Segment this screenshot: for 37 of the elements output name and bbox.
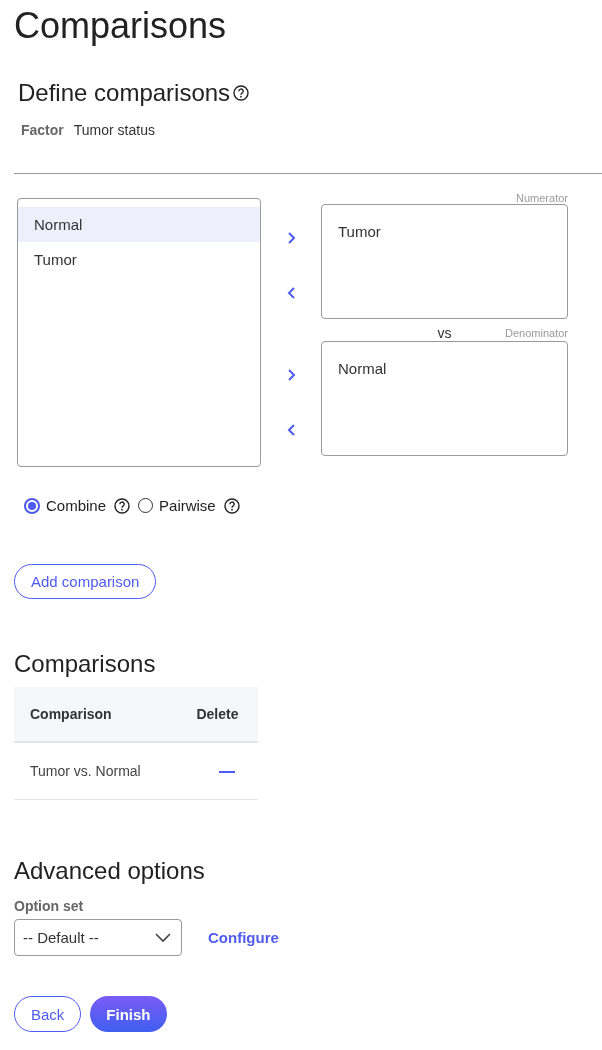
chevron-right-icon[interactable]	[286, 231, 297, 245]
help-icon	[233, 85, 250, 101]
factor-label: Factor	[21, 122, 64, 138]
box-label: Numerator	[516, 192, 568, 204]
numerator-list[interactable]: Tumor	[321, 204, 568, 319]
list-item[interactable]: Tumor	[18, 242, 260, 277]
option-set-dropdown[interactable]: -- Default --	[14, 919, 182, 956]
denominator-list[interactable]: Normal	[321, 341, 568, 456]
configure-link[interactable]: Configure	[208, 929, 279, 946]
list-item[interactable]: Normal	[18, 207, 260, 242]
help-icon	[223, 497, 240, 514]
column-header: Comparison	[14, 687, 196, 742]
column-header: Delete	[195, 687, 258, 742]
add-comparison-button[interactable]: Add comparison	[14, 564, 157, 599]
table-cell: Tumor vs. Normal	[14, 742, 196, 800]
back-button[interactable]: Back	[14, 996, 82, 1032]
radio-button[interactable]	[24, 497, 40, 514]
help-icon	[114, 497, 131, 514]
field-label: Option set	[14, 898, 84, 914]
list-item[interactable]: Normal	[338, 360, 551, 377]
list-item[interactable]: Tumor	[338, 223, 551, 240]
factor-value: Tumor status	[73, 122, 155, 138]
remove-icon[interactable]	[218, 770, 235, 774]
page-title: Comparisons	[14, 4, 227, 48]
box-label: Denominator	[505, 327, 568, 339]
chevron-down-icon	[155, 932, 171, 943]
vs-label: vs	[437, 325, 452, 341]
level-list[interactable]: Normal Tumor	[17, 198, 261, 467]
section-heading: Comparisons	[14, 649, 156, 679]
radio-label[interactable]: Pairwise	[159, 497, 216, 514]
chevron-right-icon[interactable]	[286, 368, 297, 382]
radio-label[interactable]: Combine	[46, 497, 107, 514]
section-heading: Advanced options	[14, 856, 205, 886]
chevron-left-icon[interactable]	[286, 423, 297, 437]
chevron-left-icon[interactable]	[286, 286, 297, 300]
finish-button[interactable]: Finish	[90, 996, 167, 1032]
section-heading: Define comparisons	[18, 78, 231, 108]
